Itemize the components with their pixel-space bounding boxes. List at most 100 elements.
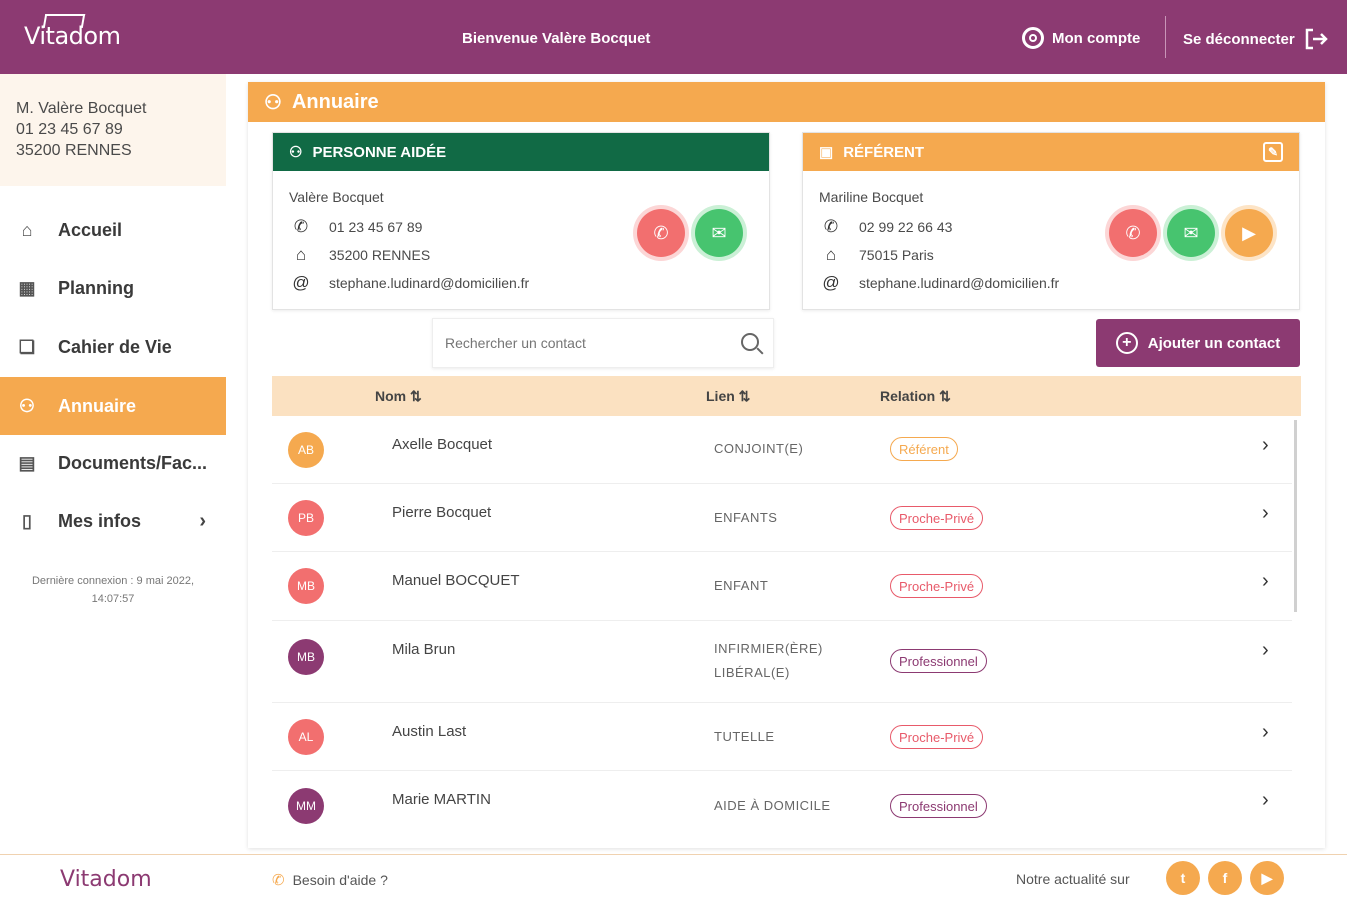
header-relation: Relation: [880, 388, 936, 404]
phone-icon: ✆: [272, 872, 285, 889]
help-link[interactable]: ✆ Besoin d'aide ?: [272, 871, 388, 889]
account-button[interactable]: Mon compte: [1022, 27, 1140, 49]
id-card-icon: ▯: [22, 510, 32, 531]
help-label: Besoin d'aide ?: [292, 872, 388, 888]
avatar: AB: [288, 432, 324, 468]
avatar: PB: [288, 500, 324, 536]
user-name: M. Valère Bocquet: [16, 100, 147, 117]
referent-name: Mariline Bocquet: [819, 189, 924, 205]
plus-circle-icon: +: [1115, 332, 1138, 354]
sort-by-name[interactable]: Nom ⇅: [375, 388, 422, 405]
logo-roof-icon: [42, 14, 86, 28]
at-icon: @: [292, 273, 310, 292]
table-row[interactable]: AL Austin Last TUTELLE Proche-Privé ›: [272, 703, 1292, 771]
chevron-right-icon[interactable]: ›: [1262, 502, 1269, 525]
table-scrollbar[interactable]: [1294, 420, 1297, 612]
sidebar-item-accueil[interactable]: ⌂ Accueil: [0, 201, 226, 259]
sidebar-item-label: Planning: [58, 277, 134, 298]
edit-icon[interactable]: ✎: [1263, 142, 1283, 162]
sidebar-item-documents[interactable]: ▤ Documents/Fac...: [0, 434, 226, 492]
sidebar-item-planning[interactable]: ▦ Planning: [0, 259, 226, 317]
account-label: Mon compte: [1052, 29, 1141, 47]
contact-lien: ENFANT: [714, 578, 769, 593]
calendar-icon: ▦: [18, 277, 36, 298]
table-row[interactable]: MB Mila Brun INFIRMIER(ÈRE) LIBÉRAL(E) P…: [272, 621, 1292, 703]
news-text: Notre actualité sur: [1016, 871, 1130, 887]
card-header: ⚇ PERSONNE AIDÉE: [273, 133, 769, 171]
logout-button[interactable]: Se déconnecter: [1183, 27, 1329, 51]
avatar: AL: [288, 719, 324, 755]
sidebar-item-annuaire[interactable]: ⚇ Annuaire: [0, 377, 226, 435]
phone-icon: ✆: [293, 217, 309, 236]
phone-icon: ✆: [653, 222, 669, 243]
add-contact-button[interactable]: + Ajouter un contact: [1096, 319, 1300, 367]
relation-badge: Professionnel: [890, 649, 987, 673]
last-login-text: Dernière connexion : 9 mai 2022, 14:07:5…: [31, 575, 195, 605]
contact-card-icon: ▣: [819, 144, 834, 161]
people-icon: ⚇: [264, 91, 282, 114]
email-button[interactable]: ✉: [1167, 209, 1215, 257]
table-row[interactable]: MB Manuel BOCQUET ENFANT Proche-Privé ›: [272, 552, 1292, 621]
contact-name: Pierre Bocquet: [392, 504, 492, 521]
sidebar-item-label: Cahier de Vie: [58, 336, 172, 357]
facebook-icon[interactable]: f: [1208, 861, 1242, 895]
contact-lien: CONJOINT(E): [714, 441, 804, 456]
chevron-right-icon[interactable]: ›: [1262, 570, 1269, 593]
footer-logo[interactable]: Vitadom: [60, 867, 152, 892]
gear-icon: [1022, 27, 1044, 49]
search-icon[interactable]: [741, 333, 759, 351]
sidebar-item-label: Accueil: [58, 219, 123, 240]
contact-name: Austin Last: [392, 723, 467, 740]
header-lien: Lien: [706, 388, 735, 404]
sidebar-item-label: Documents/Fac...: [58, 452, 208, 473]
relation-badge: Référent: [890, 437, 958, 461]
youtube-icon[interactable]: ▶: [1250, 861, 1284, 895]
personne-aidee-card: ⚇ PERSONNE AIDÉE Valère Bocquet ✆ 01 23 4…: [272, 132, 770, 310]
contact-lien: INFIRMIER(ÈRE) LIBÉRAL(E): [714, 641, 823, 680]
at-icon: @: [822, 273, 840, 292]
chevron-right-icon[interactable]: ›: [1262, 721, 1269, 744]
call-button[interactable]: ✆: [637, 209, 685, 257]
video-call-button[interactable]: ▶: [1225, 209, 1273, 257]
logout-icon: [1305, 28, 1328, 50]
aidee-city: 35200 RENNES: [329, 247, 431, 263]
search-input[interactable]: [445, 335, 715, 351]
user-phone: 01 23 45 67 89: [16, 121, 123, 138]
sidebar-item-cahier-de-vie[interactable]: ❏ Cahier de Vie: [0, 318, 226, 376]
header-name: Nom: [375, 388, 407, 404]
sort-by-lien[interactable]: Lien ⇅: [706, 388, 750, 405]
contact-lien: ENFANTS: [714, 510, 778, 525]
avatar: MM: [288, 788, 324, 824]
contact-name: Axelle Bocquet: [392, 436, 493, 453]
table-row[interactable]: MM Marie MARTIN AIDE À DOMICILE Professi…: [272, 771, 1292, 841]
search-box: [432, 318, 774, 368]
aidee-email: stephane.ludinard@domicilien.fr: [329, 275, 530, 291]
sidebar-item-mes-infos[interactable]: ▯ Mes infos ›: [0, 492, 226, 550]
email-button[interactable]: ✉: [695, 209, 743, 257]
table-row[interactable]: PB Pierre Bocquet ENFANTS Proche-Privé ›: [272, 484, 1292, 552]
aidee-name: Valère Bocquet: [289, 189, 384, 205]
chevron-right-icon[interactable]: ›: [1262, 434, 1269, 457]
sort-by-relation[interactable]: Relation ⇅: [880, 388, 951, 405]
relation-badge: Professionnel: [890, 794, 987, 818]
call-button[interactable]: ✆: [1109, 209, 1157, 257]
table-row[interactable]: AB Axelle Bocquet CONJOINT(E) Référent ›: [272, 416, 1292, 484]
chevron-right-icon[interactable]: ›: [1262, 639, 1269, 662]
sidebar-item-label: Mes infos: [58, 510, 142, 531]
welcome-text: Bienvenue Valère Bocquet: [462, 30, 651, 47]
aidee-phone: 01 23 45 67 89: [329, 219, 423, 235]
sidebar: M. Valère Bocquet 01 23 45 67 89 35200 R…: [0, 74, 226, 854]
card-header: ▣ RÉFÉRENT ✎: [803, 133, 1299, 171]
sort-icon: ⇅: [410, 388, 422, 404]
chevron-right-icon[interactable]: ›: [1262, 789, 1269, 812]
footer: Vitadom ✆ Besoin d'aide ? Notre actualit…: [0, 854, 1347, 900]
relation-badge: Proche-Privé: [890, 574, 984, 598]
card-title: RÉFÉRENT: [843, 143, 925, 161]
relation-badge: Proche-Privé: [890, 725, 984, 749]
twitter-icon[interactable]: t: [1166, 861, 1200, 895]
referent-city: 75015 Paris: [859, 247, 934, 263]
page-header: ⚇ Annuaire: [248, 82, 1325, 122]
user-info-box: M. Valère Bocquet 01 23 45 67 89 35200 R…: [0, 74, 226, 186]
vitadom-logo[interactable]: Vitadom: [24, 14, 121, 50]
contact-lien: TUTELLE: [714, 729, 775, 744]
